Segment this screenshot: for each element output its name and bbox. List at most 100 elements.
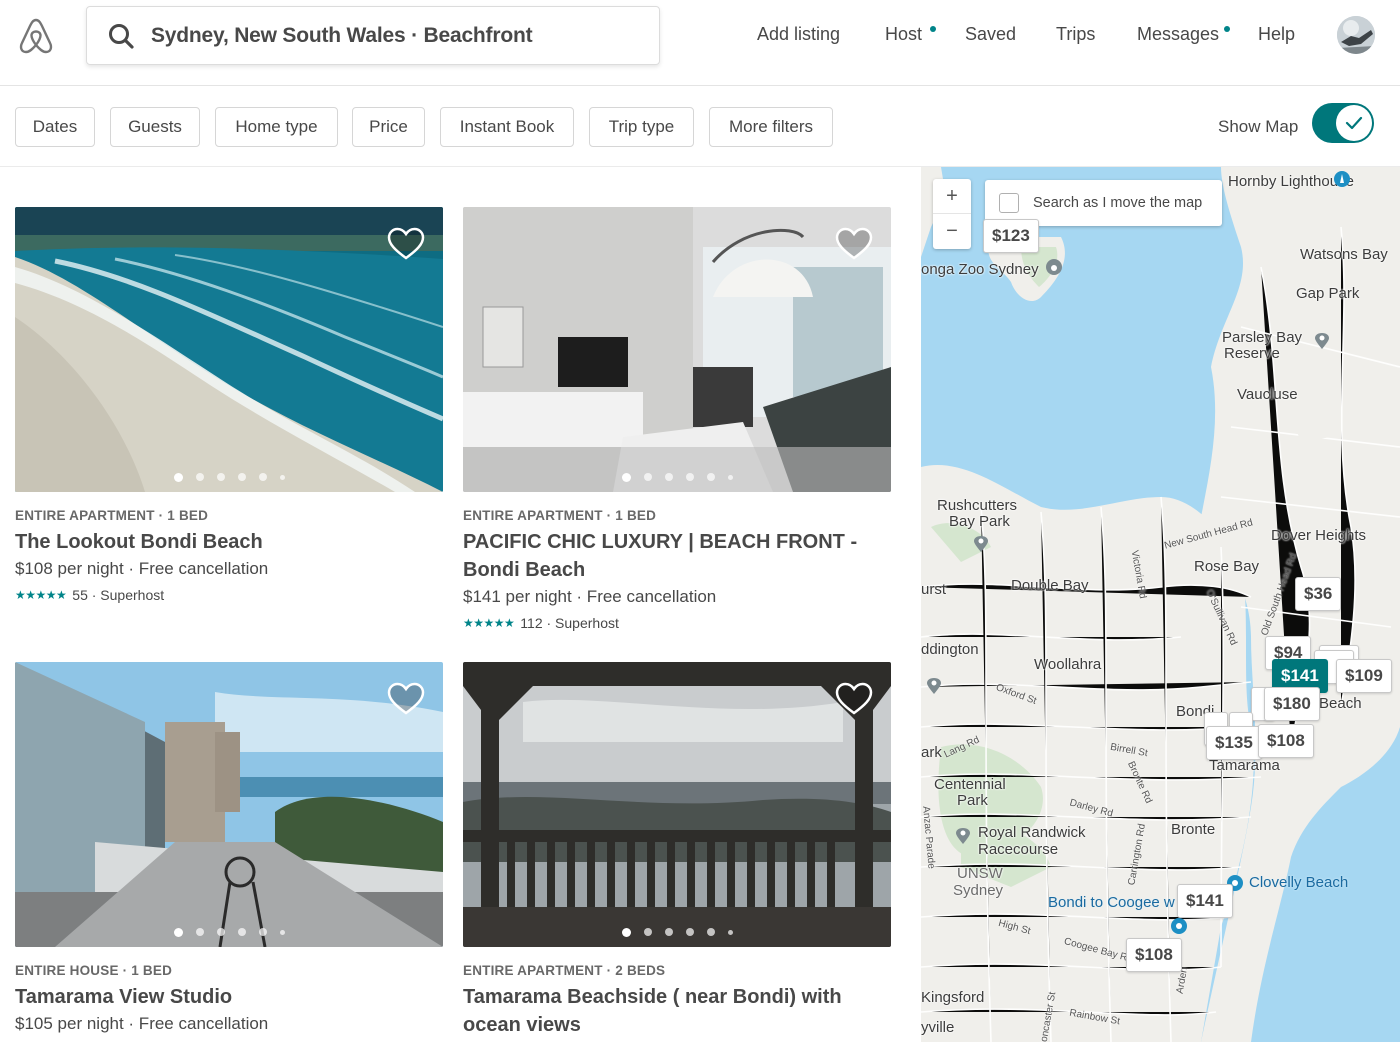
listing-photo[interactable] — [463, 662, 891, 947]
map-price-pin[interactable]: $135 — [1206, 726, 1262, 760]
listing-type: ENTIRE APARTMENT · 1 BED — [15, 508, 209, 523]
map-label-centennial: Centennial — [934, 776, 1006, 793]
toggle-knob — [1336, 105, 1372, 141]
listing-card[interactable]: ENTIRE APARTMENT · 2 BEDS Tamarama Beach… — [463, 662, 891, 1042]
map-price-pin[interactable]: $108 — [1126, 938, 1182, 972]
map-panel[interactable]: + − Search as I move the map Hornby Ligh… — [921, 167, 1400, 1042]
map-price-pin[interactable]: $108 — [1258, 724, 1314, 758]
filter-home-type-button[interactable]: Home type — [215, 107, 338, 147]
listing-title[interactable]: Tamarama View Studio — [15, 983, 443, 1011]
map-label-tamarama: Tamarama — [1209, 757, 1280, 774]
ocean-view-balcony-photo-image — [463, 662, 891, 947]
zoom-in-button[interactable]: + — [933, 179, 971, 214]
messages-notification-dot — [1224, 26, 1230, 32]
map-label-unsw-sydney: Sydney — [953, 882, 1004, 899]
search-query[interactable]: Sydney, New South Wales · Beachfront — [151, 24, 533, 48]
nav-add-listing[interactable]: Add listing — [757, 24, 840, 48]
listing-type: ENTIRE HOUSE · 1 BED — [15, 963, 173, 978]
map-label-unsw: UNSW — [957, 865, 1003, 882]
map-label-coastal-walk: Bondi to Coogee w — [1048, 894, 1175, 911]
beach-photo-image — [15, 207, 443, 492]
photo-carousel-dots — [463, 473, 891, 482]
map-label-double-bay: Double Bay — [1011, 577, 1089, 594]
beach-poi-icon — [1171, 918, 1187, 934]
map-price-pin[interactable]: $141 — [1177, 884, 1233, 918]
living-room-photo-image — [463, 207, 891, 492]
listing-photo[interactable] — [463, 207, 891, 492]
park-poi-icon — [974, 536, 988, 552]
listing-type: ENTIRE APARTMENT · 1 BED — [463, 508, 657, 523]
filter-trip-type-button[interactable]: Trip type — [589, 107, 694, 147]
listing-card[interactable]: ENTIRE HOUSE · 1 BED Tamarama View Studi… — [15, 662, 443, 1042]
nav-help[interactable]: Help — [1258, 24, 1295, 48]
listing-photo[interactable] — [15, 207, 443, 492]
listing-rating: ★★★★★ 112 · Superhost — [463, 615, 619, 631]
top-header: Sydney, New South Wales · Beachfront Add… — [0, 0, 1400, 86]
map-label-yville: yville — [921, 1019, 955, 1036]
nav-trips[interactable]: Trips — [1056, 24, 1095, 48]
map-price-pin[interactable]: $109 — [1336, 659, 1392, 693]
listing-title[interactable]: Tamarama Beachside ( near Bondi) with oc… — [463, 983, 891, 1039]
map-label-bay-park: Bay Park — [949, 513, 1010, 530]
airbnb-logo-icon[interactable] — [16, 14, 56, 56]
filter-price-button[interactable]: Price — [352, 107, 425, 147]
heart-icon[interactable] — [835, 682, 873, 716]
nav-saved[interactable]: Saved — [965, 24, 1016, 48]
map-label-vaucluse: Vaucluse — [1237, 386, 1298, 403]
map-label-gap-park: Gap Park — [1296, 285, 1360, 302]
listing-price: $108 per night · Free cancellation — [15, 559, 269, 578]
show-map-label: Show Map — [1218, 117, 1299, 136]
map-label-woollahra: Woollahra — [1034, 656, 1102, 673]
photo-carousel-dots — [15, 473, 443, 482]
listing-type: ENTIRE APARTMENT · 2 BEDS — [463, 963, 666, 978]
heart-icon[interactable] — [387, 682, 425, 716]
listing-photo[interactable] — [15, 662, 443, 947]
nav-host[interactable]: Host — [885, 24, 922, 48]
filter-more-filters-button[interactable]: More filters — [709, 107, 833, 147]
listing-card[interactable]: ENTIRE APARTMENT · 1 BED The Lookout Bon… — [15, 207, 443, 607]
map-label-racecourse: Racecourse — [978, 841, 1059, 858]
map-label-dover-heights: Dover Heights — [1271, 527, 1367, 544]
map-label-rushcutters: Rushcutters — [937, 497, 1018, 514]
photo-carousel-dots — [463, 928, 891, 937]
zoo-poi-icon — [1046, 259, 1062, 275]
show-map-toggle[interactable] — [1312, 103, 1374, 143]
listing-title[interactable]: The Lookout Bondi Beach — [15, 528, 443, 556]
map-label-bondi-beach: Beach — [1319, 695, 1362, 712]
listing-price: $105 per night · Free cancellation — [15, 1014, 269, 1033]
listing-card[interactable]: ENTIRE APARTMENT · 1 BED PACIFIC CHIC LU… — [463, 207, 891, 637]
filter-bar: Dates Guests Home type Price Instant Boo… — [0, 86, 1400, 167]
listing-title[interactable]: PACIFIC CHIC LUXURY | BEACH FRONT - Bond… — [463, 528, 891, 584]
map-zoom-controls: + − — [933, 179, 971, 249]
park-poi-icon — [1315, 333, 1329, 349]
map-label-reserve: Reserve — [1224, 345, 1280, 362]
zoom-out-button[interactable]: − — [933, 214, 971, 249]
photo-carousel-dots — [15, 928, 443, 937]
nav-messages[interactable]: Messages — [1137, 24, 1219, 48]
filter-instant-book-button[interactable]: Instant Book — [440, 107, 574, 147]
search-bar[interactable]: Sydney, New South Wales · Beachfront — [86, 6, 660, 65]
star-rating-icon: ★★★★★ — [463, 616, 515, 630]
host-notification-dot — [930, 26, 936, 32]
racecourse-poi-icon — [956, 828, 970, 844]
map-price-pin[interactable]: $123 — [983, 219, 1039, 253]
heart-icon[interactable] — [835, 227, 873, 261]
map-price-pin[interactable]: $180 — [1264, 687, 1320, 721]
map-label-ddington: ddington — [921, 641, 979, 658]
search-as-move-checkbox[interactable] — [999, 193, 1019, 213]
heart-icon[interactable] — [387, 227, 425, 261]
user-avatar[interactable] — [1337, 16, 1375, 54]
listing-price: $141 per night · Free cancellation — [463, 587, 717, 606]
filter-dates-button[interactable]: Dates — [15, 107, 95, 147]
lighthouse-poi-icon — [1334, 171, 1350, 187]
map-price-pin[interactable]: $36 — [1295, 577, 1342, 611]
check-icon — [1345, 116, 1363, 130]
map-label-urst: urst — [921, 581, 947, 598]
map-label-parsley-bay: Parsley Bay — [1222, 329, 1303, 346]
map-label-zoo: onga Zoo Sydney — [921, 261, 1039, 278]
star-rating-icon: ★★★★★ — [15, 588, 67, 602]
map-label-clovelly-beach: Clovelly Beach — [1249, 874, 1349, 891]
review-count: 55 · Superhost — [72, 587, 165, 603]
studio-view-photo-image — [15, 662, 443, 947]
filter-guests-button[interactable]: Guests — [110, 107, 200, 147]
